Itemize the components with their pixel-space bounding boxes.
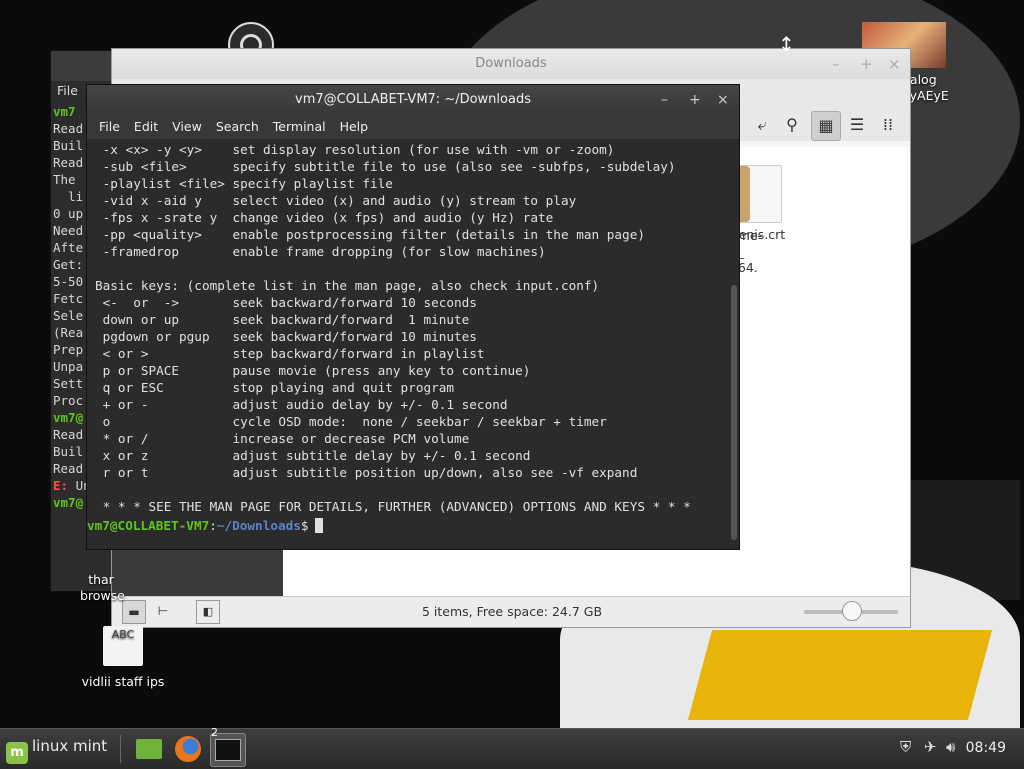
compact-view-icon[interactable]: ⁞⁞ [874, 111, 902, 139]
menu-item-terminal[interactable]: Terminal [266, 115, 333, 139]
terminal-menu-bar: File Edit View Search Terminal Help [87, 115, 739, 139]
network-icon[interactable]: ✈ [924, 738, 937, 756]
desktop-icon-text-file[interactable]: ABC vidlii staff ips [78, 626, 168, 689]
close-button[interactable]: × [717, 85, 729, 115]
terminal-title-bar: vm7@COLLABET-VM7: ~/Downloads – + × [87, 85, 739, 115]
menu-item-file[interactable]: File [92, 115, 127, 139]
clock[interactable]: 08:49 [966, 740, 1006, 756]
text-file-icon: ABC [103, 626, 143, 666]
wallpaper-shape [687, 630, 993, 720]
text-cursor [314, 518, 323, 533]
scrollbar[interactable] [731, 285, 737, 540]
prompt-symbol: $ [300, 518, 309, 533]
terminal-task-icon[interactable]: 2 [210, 726, 246, 767]
minimize-button[interactable]: – [661, 85, 668, 115]
menu-item-help[interactable]: Help [333, 115, 376, 139]
terminal-window[interactable]: vm7@COLLABET-VM7: ~/Downloads – + × File… [86, 84, 740, 550]
taskbar: m linux mint 2 ⛨ ✈ 🔊︎ 08:49 [0, 726, 1024, 769]
desktop-icon-label: thar browse [80, 572, 125, 603]
prompt-user: vm7@COLLABET-VM7 [87, 518, 210, 533]
volume-icon[interactable]: 🔊︎ [946, 738, 955, 756]
icon-view-icon[interactable]: ▦ [811, 111, 841, 141]
prompt-separator: : [209, 518, 217, 533]
zoom-slider-handle[interactable] [842, 601, 862, 621]
menu-button[interactable]: m linux mint [6, 737, 107, 764]
desktop-icon-label: vidlii staff ips [81, 674, 165, 689]
terminal-output[interactable]: -x <x> -y <y> set display resolution (fo… [87, 139, 739, 515]
menu-item-view[interactable]: View [165, 115, 209, 139]
separator [120, 735, 121, 763]
open-terminal-icon[interactable]: ⤶ [748, 111, 776, 139]
maximize-button[interactable]: + [689, 85, 701, 115]
list-view-icon[interactable]: ☰ [843, 111, 871, 139]
shield-icon[interactable]: ⛨ [900, 738, 911, 756]
status-bar: ▬ ⊢ ◧ 5 items, Free space: 24.7 GB [112, 596, 910, 627]
window-count-badge: 2 [211, 726, 218, 739]
close-button[interactable]: × [888, 49, 901, 79]
terminal-title: vm7@COLLABET-VM7: ~/Downloads [295, 92, 531, 107]
menu-item-edit[interactable]: Edit [127, 115, 165, 139]
desktop-icon-browser[interactable]: thar browse [80, 572, 125, 604]
search-icon[interactable]: ⚲ [778, 111, 806, 139]
menu-label: linux mint [32, 737, 108, 755]
maximize-button[interactable]: + [860, 49, 873, 79]
menu-item-search[interactable]: Search [209, 115, 266, 139]
minimize-button[interactable]: – [832, 49, 840, 79]
firefox-launcher-icon[interactable] [171, 733, 205, 765]
resize-cursor-icon: ↕ [778, 32, 795, 56]
prompt-path: ~/Downloads [216, 518, 301, 533]
status-text: 5 items, Free space: 24.7 GB [421, 604, 603, 619]
mint-logo-icon: m [6, 742, 28, 764]
terminal-prompt[interactable]: vm7@COLLABET-VM7:~/Downloads$ [87, 515, 739, 534]
file-manager-launcher-icon[interactable] [132, 733, 166, 765]
window-title: Downloads [475, 56, 547, 71]
